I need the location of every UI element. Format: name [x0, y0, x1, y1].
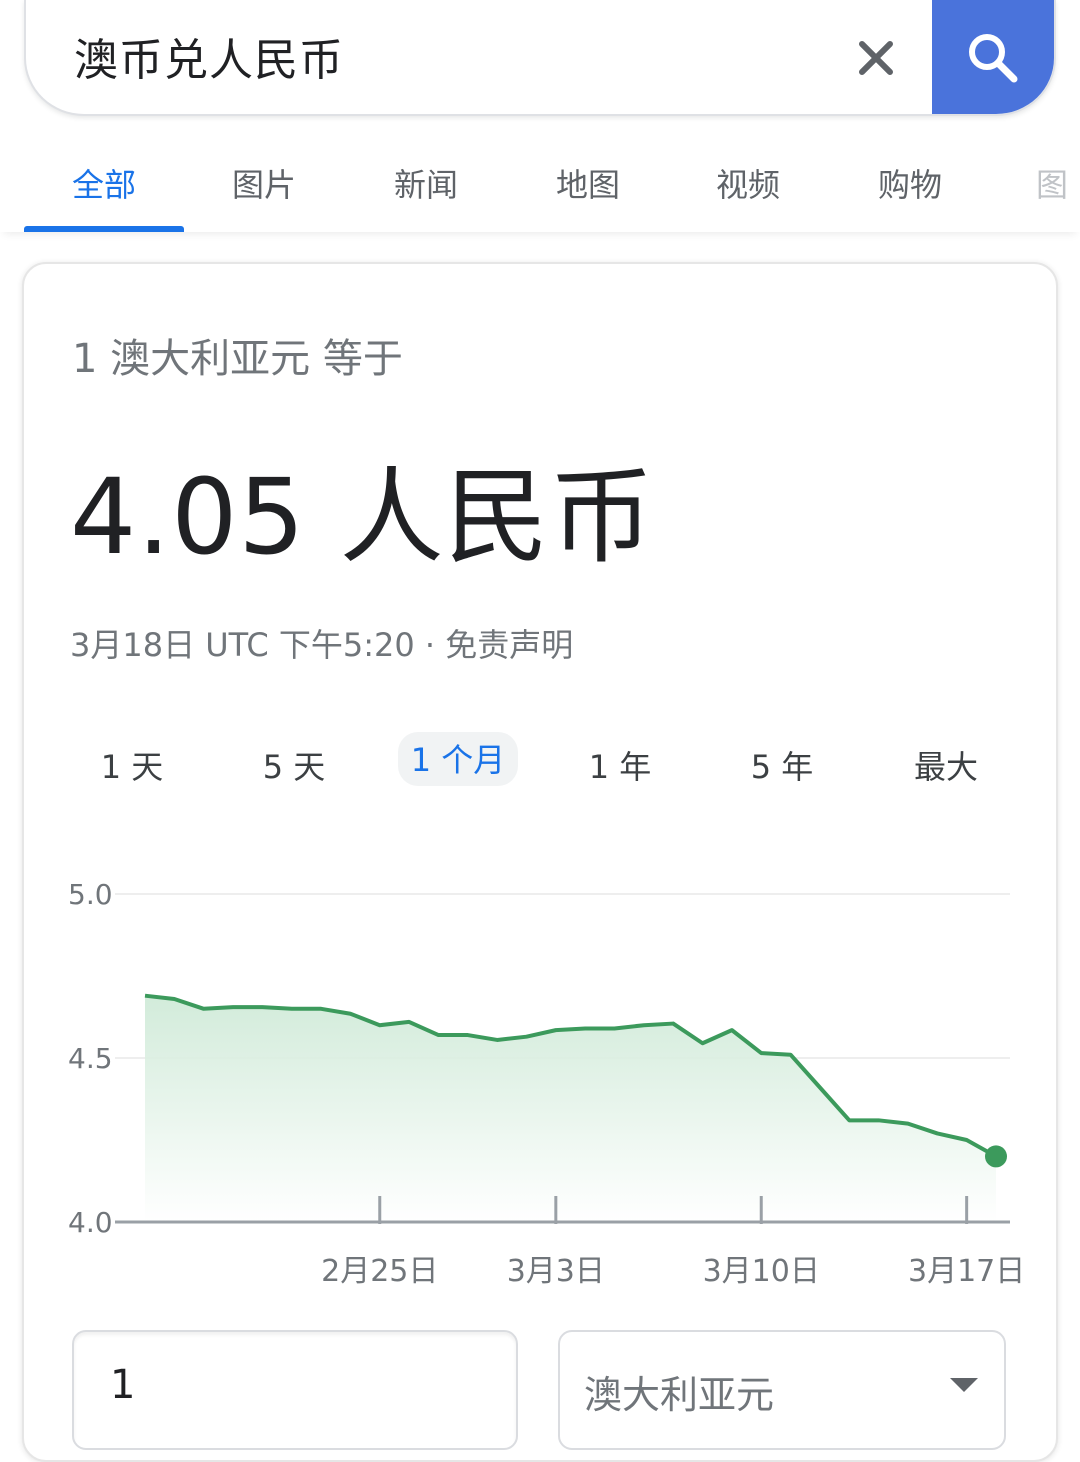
x-tick-label: 3月3日 — [506, 1254, 605, 1289]
currency-value: 澳大利亚元 — [584, 1373, 775, 1417]
x-tick-label: 2月25日 — [321, 1254, 439, 1289]
x-tick-label: 3月10日 — [702, 1254, 820, 1289]
current-value-point — [985, 1145, 1007, 1168]
y-tick-label: 4.0 — [68, 1206, 113, 1239]
chevron-down-icon — [950, 1378, 978, 1392]
amount-value: 1 — [110, 1362, 136, 1408]
currency-select[interactable]: 澳大利亚元 — [558, 1330, 1006, 1450]
y-tick-label: 4.5 — [68, 1042, 113, 1075]
exchange-rate-chart[interactable] — [0, 0, 1080, 1440]
amount-input[interactable]: 1 — [72, 1330, 518, 1450]
x-tick-label: 3月17日 — [908, 1254, 1026, 1289]
y-tick-label: 5.0 — [68, 878, 113, 911]
